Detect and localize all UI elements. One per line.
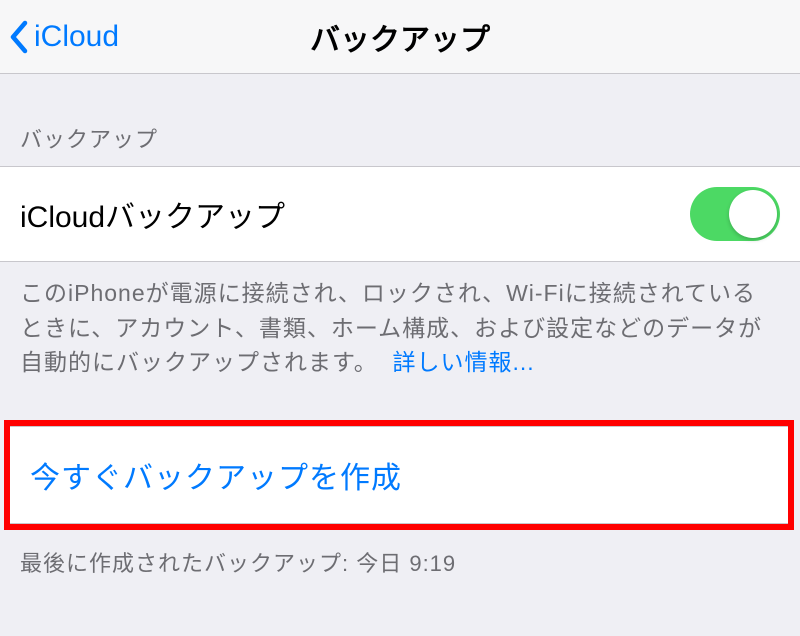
icloud-backup-label: iCloudバックアップ bbox=[20, 192, 285, 236]
section-footer: このiPhoneが電源に接続され、ロックされ、Wi-Fiに接続されているときに、… bbox=[0, 262, 800, 420]
backup-now-label: 今すぐバックアップを作成 bbox=[30, 453, 768, 497]
back-label: iCloud bbox=[34, 20, 119, 54]
back-button[interactable]: iCloud bbox=[8, 19, 119, 55]
navbar: iCloud バックアップ bbox=[0, 0, 800, 74]
highlight-box: 今すぐバックアップを作成 bbox=[4, 420, 794, 530]
section-header: バックアップ bbox=[0, 74, 800, 166]
backup-now-button[interactable]: 今すぐバックアップを作成 bbox=[10, 426, 788, 524]
last-backup-text: 最後に作成されたバックアップ: 今日 9:19 bbox=[0, 530, 800, 594]
icloud-backup-row: iCloudバックアップ bbox=[0, 166, 800, 262]
page-title: バックアップ bbox=[310, 15, 490, 59]
more-info-link[interactable]: 詳しい情報... bbox=[392, 349, 534, 375]
icloud-backup-toggle[interactable] bbox=[690, 187, 780, 241]
toggle-knob bbox=[729, 190, 777, 238]
chevron-left-icon bbox=[8, 19, 30, 55]
